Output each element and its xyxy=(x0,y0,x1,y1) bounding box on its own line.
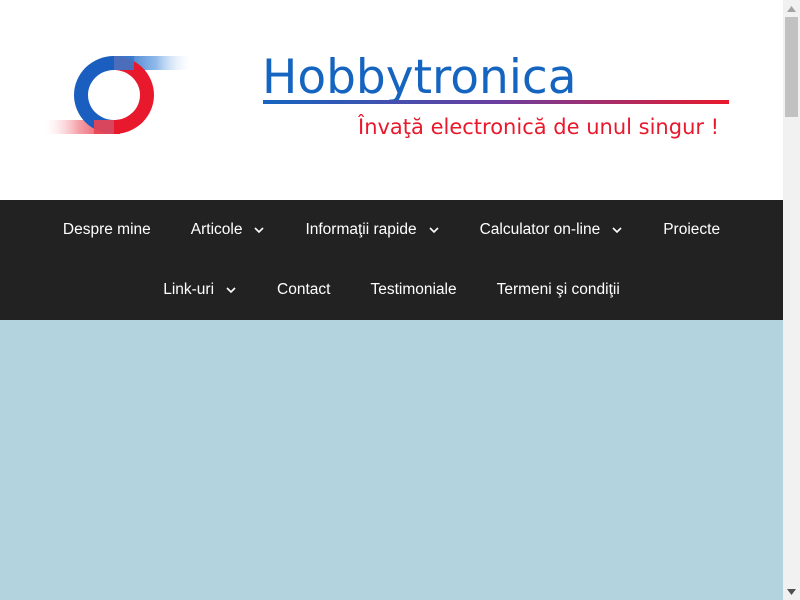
vertical-scrollbar[interactable] xyxy=(783,0,800,600)
nav-item-articole[interactable]: Articole xyxy=(171,200,286,260)
site-tagline: Învaţă electronică de unul singur ! xyxy=(358,115,720,139)
nav-item-label: Calculator on-line xyxy=(479,221,601,238)
nav-item-label: Testimoniale xyxy=(370,281,457,298)
page: Hobbytronica Învaţă electronică de unul … xyxy=(0,0,800,600)
chevron-down-icon[interactable] xyxy=(225,284,237,296)
nav-item-label: Proiecte xyxy=(663,221,721,238)
nav-item-label: Contact xyxy=(277,281,331,298)
nav-item-label: Informaţii rapide xyxy=(305,221,417,238)
chevron-down-icon[interactable] xyxy=(253,224,265,236)
hobbytronica-logo-icon[interactable] xyxy=(44,52,190,138)
site-header: Hobbytronica Învaţă electronică de unul … xyxy=(0,0,783,200)
nav-item-contact[interactable]: Contact xyxy=(257,260,350,320)
nav-item-despre-mine[interactable]: Despre mine xyxy=(43,200,171,260)
scrollbar-thumb[interactable] xyxy=(785,17,798,117)
site-title[interactable]: Hobbytronica xyxy=(262,48,577,108)
content-area xyxy=(0,320,783,600)
chevron-down-icon[interactable] xyxy=(611,224,623,236)
nav-item-informatii-rapide[interactable]: Informaţii rapide xyxy=(285,200,459,260)
nav-item-testimoniale[interactable]: Testimoniale xyxy=(350,260,476,320)
nav-item-link-uri[interactable]: Link-uri xyxy=(143,260,257,320)
title-underline xyxy=(263,100,729,104)
scroll-down-arrow-icon[interactable] xyxy=(783,583,800,600)
chevron-down-icon[interactable] xyxy=(428,224,440,236)
nav-row-1: Despre mine Articole Informaţii rapide C… xyxy=(0,200,783,260)
nav-item-label: Link-uri xyxy=(163,281,215,298)
nav-item-label: Articole xyxy=(190,221,243,238)
nav-item-proiecte[interactable]: Proiecte xyxy=(643,200,740,260)
nav-row-2: Link-uri Contact Testimoniale Termeni şi… xyxy=(0,260,783,320)
scroll-up-arrow-icon[interactable] xyxy=(783,0,800,17)
nav-item-calculator-on-line[interactable]: Calculator on-line xyxy=(460,200,644,260)
nav-item-termeni-si-conditii[interactable]: Termeni şi condiţii xyxy=(477,260,640,320)
nav-item-label: Termeni şi condiţii xyxy=(496,281,620,298)
nav-item-label: Despre mine xyxy=(62,221,151,238)
main-navigation: Despre mine Articole Informaţii rapide C… xyxy=(0,200,783,320)
viewport: Hobbytronica Învaţă electronică de unul … xyxy=(0,0,783,600)
